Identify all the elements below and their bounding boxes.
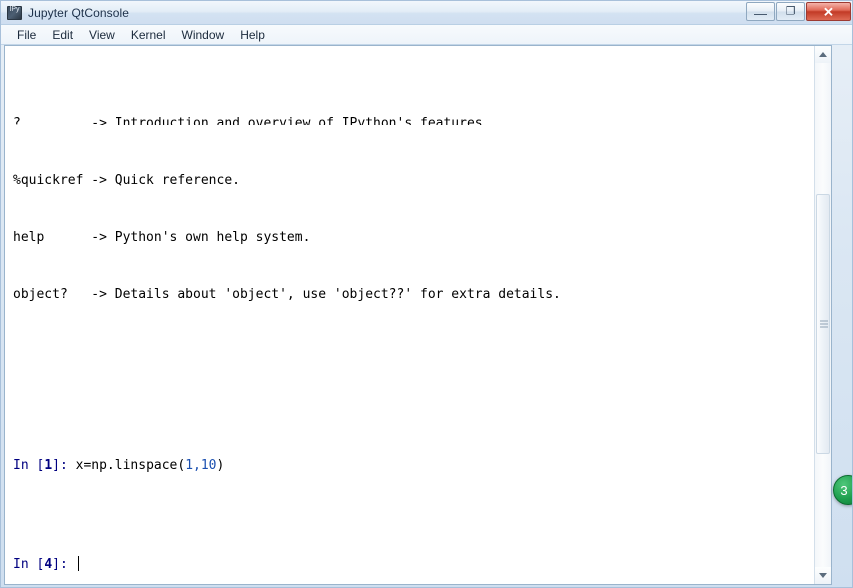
window-title: Jupyter QtConsole bbox=[28, 5, 130, 20]
banner-line: help -> Python's own help system. bbox=[13, 230, 311, 245]
active-input-prompt[interactable]: In [4]: bbox=[13, 555, 79, 574]
code-text-tail: ) bbox=[216, 458, 225, 473]
menu-item-kernel[interactable]: Kernel bbox=[123, 27, 174, 43]
chevron-up-icon bbox=[819, 52, 827, 57]
prompt-number: 1 bbox=[44, 458, 53, 473]
maximize-icon: ❐ bbox=[785, 5, 796, 17]
prompt-suffix: ]: bbox=[52, 458, 76, 473]
ipython-app-icon bbox=[7, 5, 22, 20]
menu-item-window[interactable]: Window bbox=[174, 27, 233, 43]
minimize-icon: — bbox=[754, 6, 767, 21]
menu-item-help[interactable]: Help bbox=[232, 27, 273, 43]
scrollbar-thumb[interactable] bbox=[816, 194, 830, 454]
chevron-down-icon bbox=[819, 573, 827, 578]
prompt-prefix: In [ bbox=[13, 458, 45, 473]
banner-line: object? -> Details about 'object', use '… bbox=[13, 287, 561, 302]
input-cell-1: In [1]: x=np.linspace(1,10) bbox=[13, 456, 815, 475]
minimize-button[interactable]: — bbox=[746, 2, 775, 21]
code-text: x=np.linspace( bbox=[75, 458, 186, 473]
badge-count: 3 bbox=[840, 482, 848, 498]
menu-item-edit[interactable]: Edit bbox=[44, 27, 81, 43]
prompt-suffix: ]: bbox=[52, 557, 76, 572]
console-area[interactable]: ? -> Introduction and overview of IPytho… bbox=[4, 45, 832, 585]
green-notification-badge[interactable]: 3 bbox=[833, 475, 852, 505]
vertical-scrollbar[interactable] bbox=[814, 46, 831, 584]
console-scroll-content: ? -> Introduction and overview of IPytho… bbox=[5, 46, 815, 584]
banner-line: %quickref -> Quick reference. bbox=[13, 173, 240, 188]
code-number: 1,10 bbox=[185, 458, 217, 473]
text-cursor bbox=[77, 556, 79, 571]
menu-bar: File Edit View Kernel Window Help bbox=[1, 25, 852, 45]
window-controls: — ❐ ✕ bbox=[746, 2, 851, 21]
menu-item-file[interactable]: File bbox=[9, 27, 44, 43]
menu-item-view[interactable]: View bbox=[81, 27, 123, 43]
jupyter-qtconsole-window: Jupyter QtConsole — ❐ ✕ File Edit View K… bbox=[0, 0, 853, 588]
close-button[interactable]: ✕ bbox=[806, 2, 851, 21]
maximize-button[interactable]: ❐ bbox=[776, 2, 805, 21]
scroll-down-arrow-button[interactable] bbox=[815, 567, 831, 584]
close-icon: ✕ bbox=[823, 4, 834, 19]
prompt-prefix: In [ bbox=[13, 557, 45, 572]
banner-line: ? -> Introduction and overview of IPytho… bbox=[13, 116, 491, 125]
title-bar: Jupyter QtConsole — ❐ ✕ bbox=[1, 1, 852, 25]
scrollbar-grip-icon bbox=[820, 320, 828, 328]
scroll-up-arrow-button[interactable] bbox=[815, 46, 831, 63]
prompt-number: 4 bbox=[44, 557, 53, 572]
